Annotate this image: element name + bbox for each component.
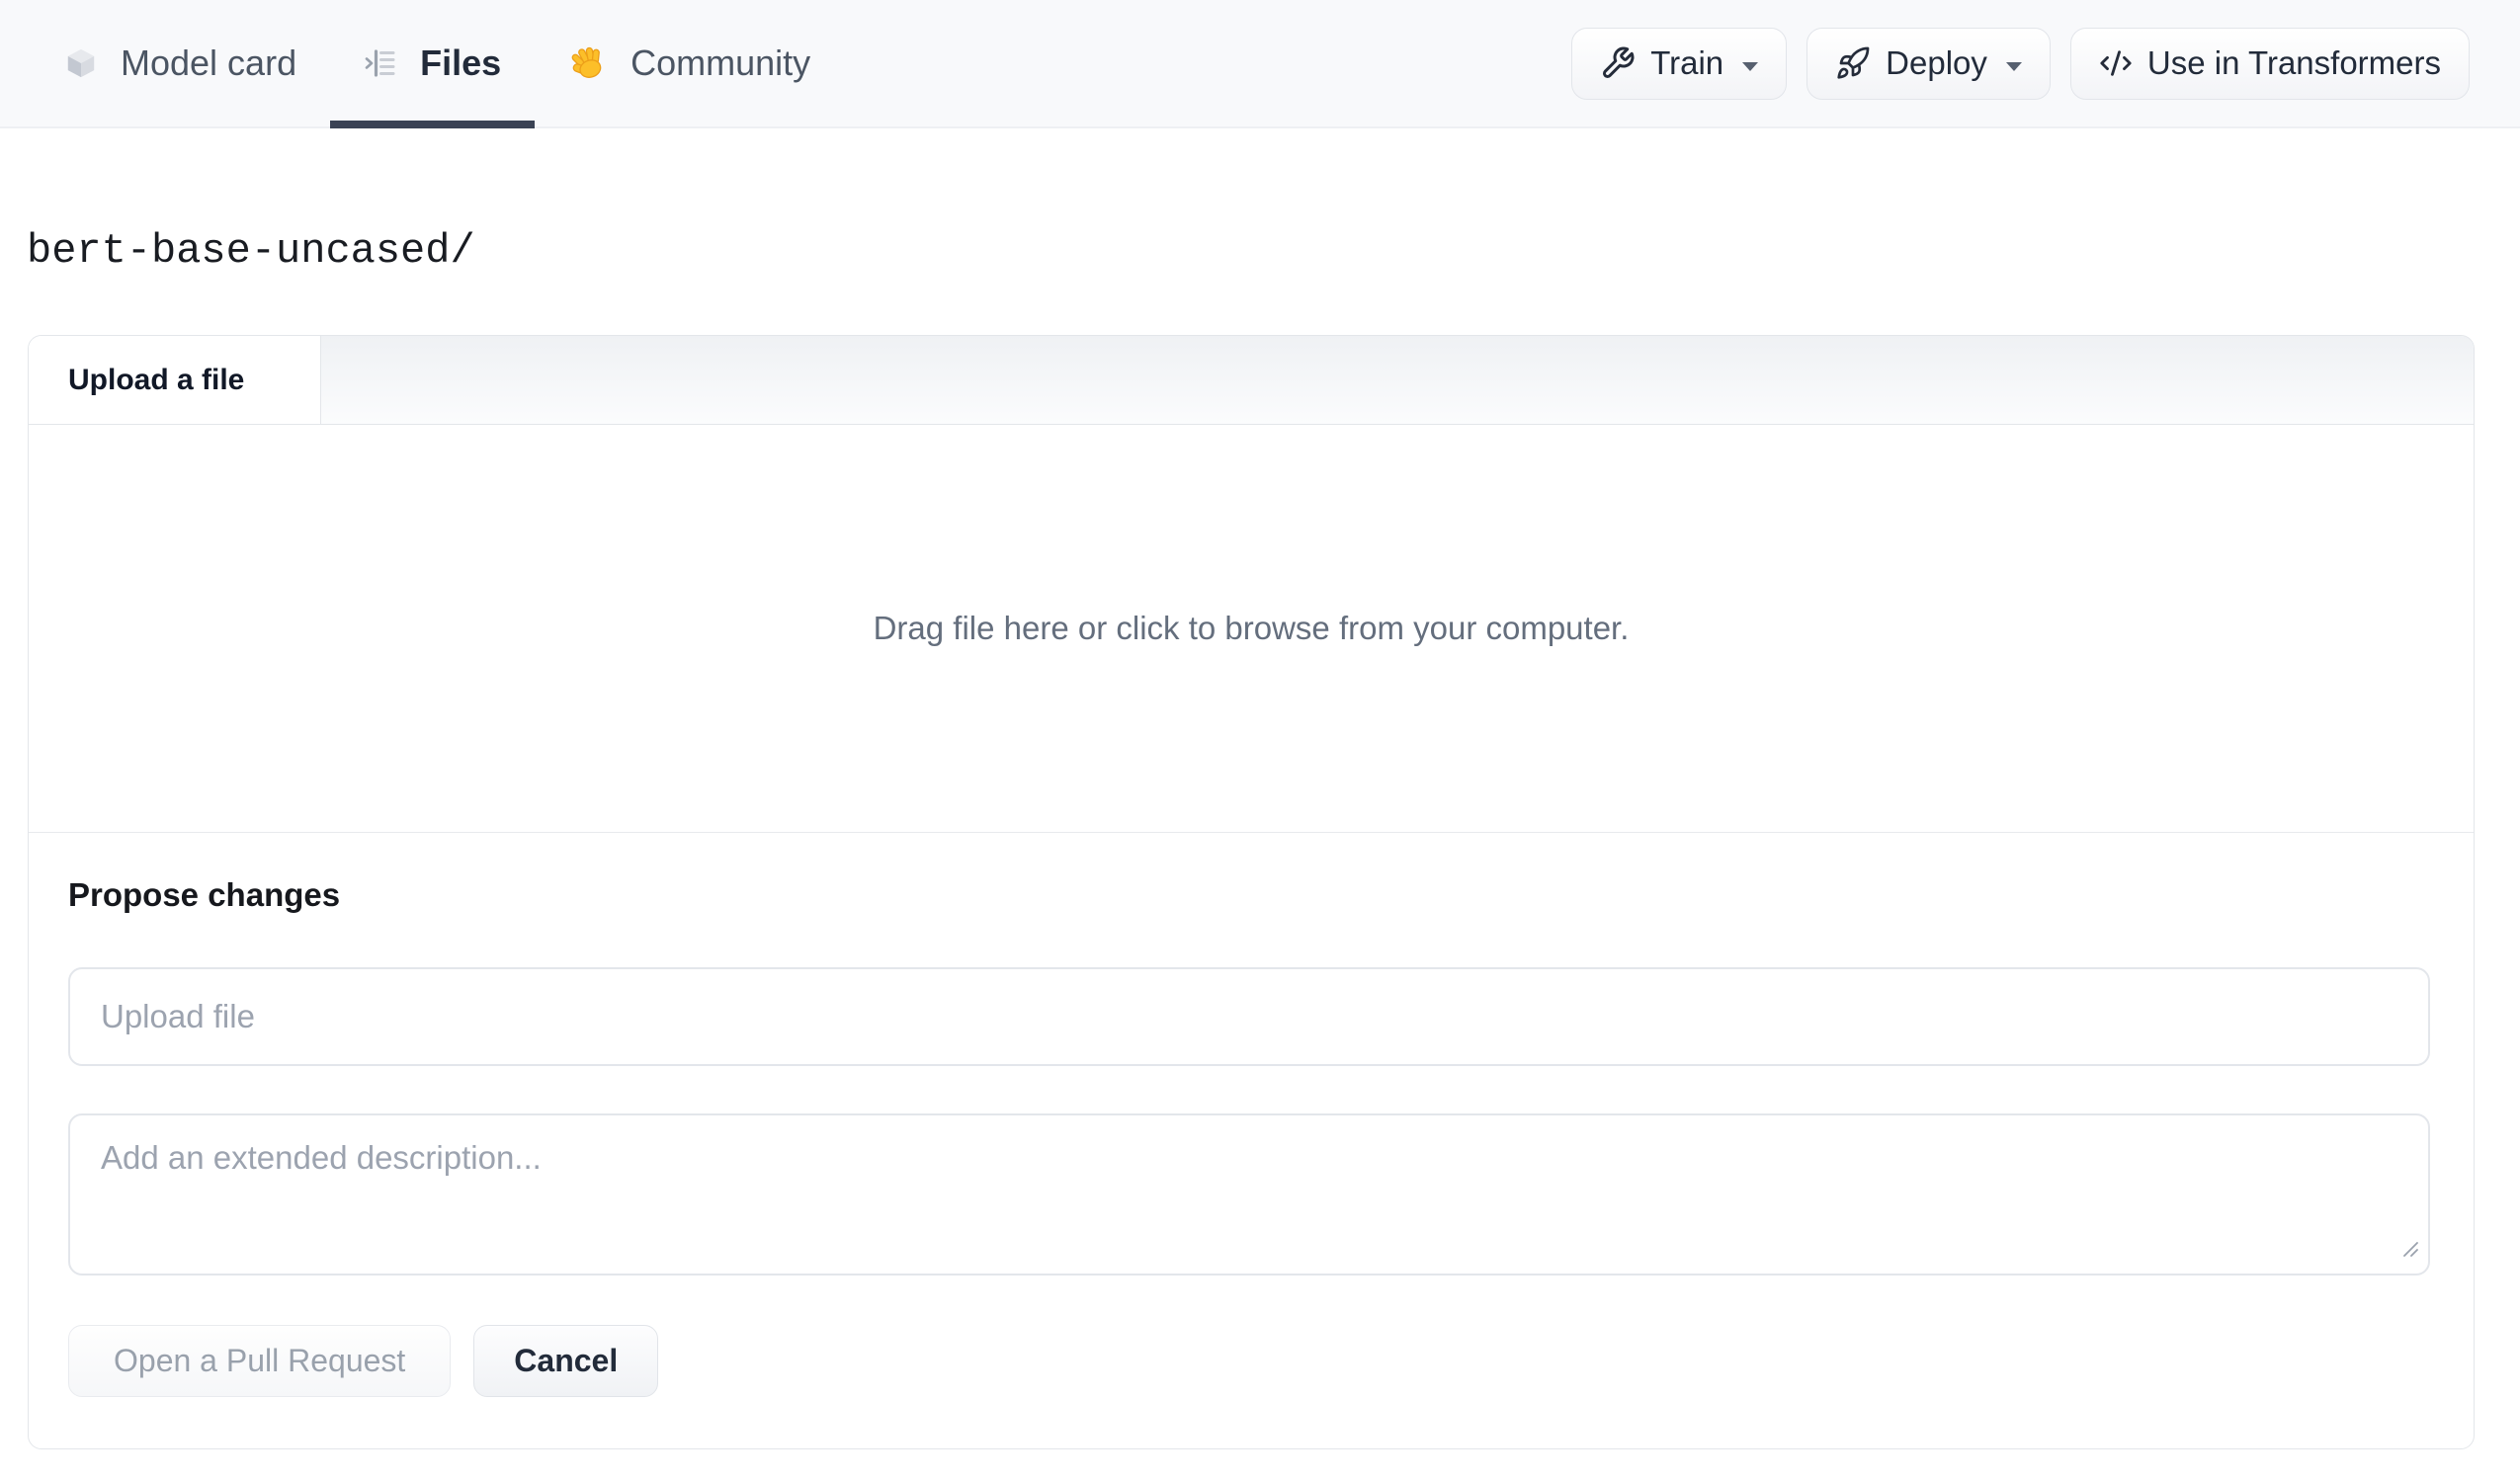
tab-files[interactable]: Files	[330, 0, 536, 128]
propose-actions-row: Open a Pull Request Cancel	[68, 1325, 2430, 1397]
tab-model-card[interactable]: Model card	[31, 0, 330, 126]
train-button[interactable]: Train	[1571, 27, 1788, 100]
cancel-button[interactable]: Cancel	[473, 1325, 659, 1397]
upload-card-tabbar: Upload a file	[29, 336, 2474, 425]
main-content: bert-base-uncased/ Upload a file Drag fi…	[0, 225, 2520, 1449]
breadcrumb[interactable]: bert-base-uncased/	[27, 225, 2520, 277]
extended-description-textarea[interactable]	[68, 1113, 2430, 1276]
deploy-button-label: Deploy	[1886, 44, 1987, 81]
tab-model-card-label: Model card	[121, 42, 297, 83]
cube-icon	[64, 46, 98, 80]
tab-files-label: Files	[420, 42, 502, 83]
wrench-icon	[1600, 45, 1636, 81]
train-button-label: Train	[1650, 44, 1724, 81]
repo-nav-tabs: Model card Files Community	[31, 0, 844, 128]
wave-hand-icon	[568, 43, 608, 83]
propose-changes-heading: Propose changes	[68, 876, 341, 913]
upload-card: Upload a file Drag file here or click to…	[28, 335, 2475, 1449]
repo-action-buttons: Train Deploy Use in Transformers	[1571, 0, 2470, 126]
textarea-resize-handle[interactable]	[2398, 1237, 2420, 1264]
code-icon	[2099, 46, 2133, 80]
use-in-transformers-label: Use in Transformers	[2146, 44, 2441, 81]
propose-changes-section: Propose changes Open a Pull Request Canc…	[29, 832, 2474, 1448]
repo-header: Model card Files Community Train Deploy …	[0, 0, 2520, 128]
chevron-down-icon	[1742, 61, 1759, 71]
open-pull-request-button[interactable]: Open a Pull Request	[68, 1325, 452, 1397]
tab-upload-a-file-label: Upload a file	[68, 363, 245, 396]
file-dropzone[interactable]: Drag file here or click to browse from y…	[29, 425, 2474, 832]
tab-community[interactable]: Community	[535, 0, 844, 126]
upload-file-input[interactable]	[68, 967, 2430, 1066]
files-list-icon	[364, 46, 397, 80]
description-field-wrap	[68, 1113, 2430, 1276]
use-in-transformers-button[interactable]: Use in Transformers	[2069, 27, 2470, 100]
tab-upload-a-file[interactable]: Upload a file	[29, 336, 321, 424]
rocket-icon	[1835, 45, 1871, 81]
dropzone-hint-text: Drag file here or click to browse from y…	[873, 610, 1630, 646]
chevron-down-icon	[2005, 61, 2022, 71]
deploy-button[interactable]: Deploy	[1806, 27, 2051, 100]
tab-community-label: Community	[630, 42, 811, 83]
